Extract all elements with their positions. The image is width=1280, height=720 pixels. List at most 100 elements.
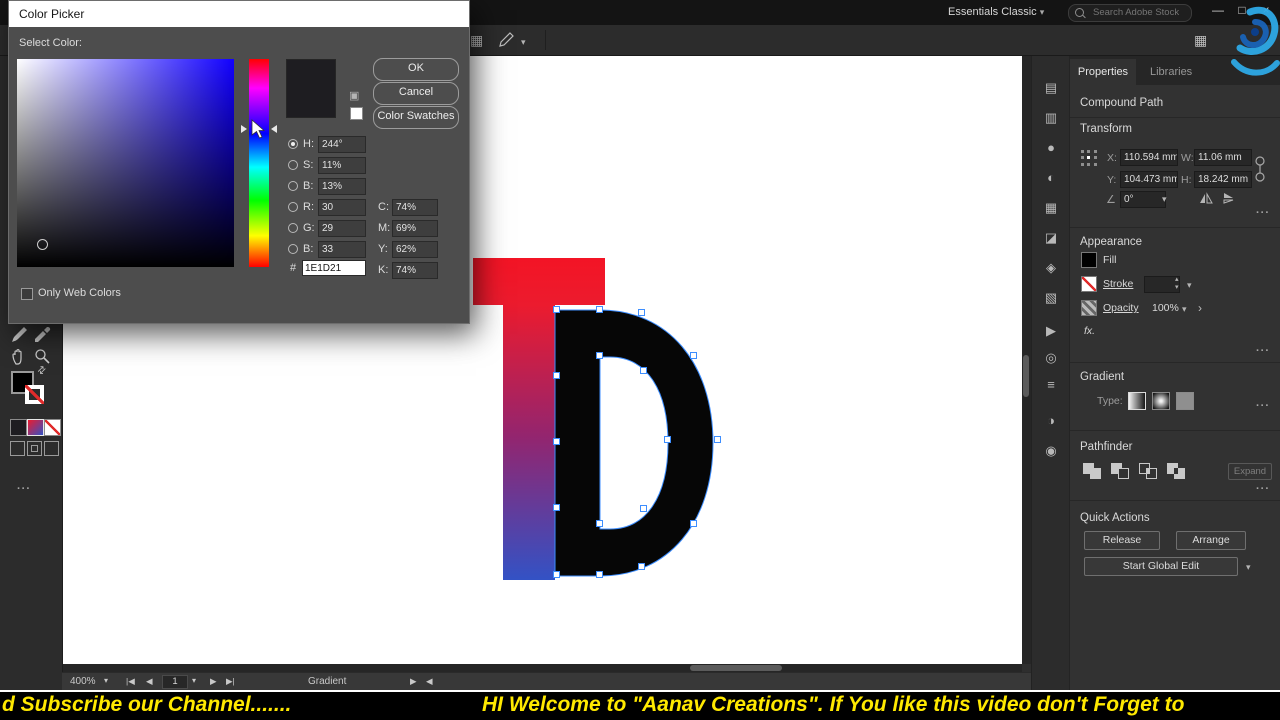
color-field-marker[interactable] — [37, 239, 48, 250]
search-input[interactable] — [1091, 6, 1189, 19]
saturation-brightness-field[interactable] — [17, 59, 234, 267]
pen-options-icon[interactable] — [498, 32, 514, 51]
vertical-scroll-thumb[interactable] — [1023, 355, 1029, 397]
artboard-number-field[interactable]: 1 — [162, 675, 188, 689]
artboards-panel-icon[interactable]: ▤ — [1032, 80, 1070, 96]
chevron-down-icon[interactable]: ▾ — [521, 37, 526, 48]
anchor-point[interactable] — [553, 504, 560, 511]
gradient-more-button[interactable]: ··· — [1256, 400, 1270, 412]
hue-slider-right-arrow[interactable] — [271, 125, 277, 133]
anchor-point[interactable] — [596, 306, 603, 313]
links-panel-icon[interactable]: ◎ — [1032, 350, 1070, 366]
flip-vertical-icon[interactable] — [1222, 191, 1238, 210]
b-field[interactable]: 13% — [318, 178, 366, 195]
history-panel-icon[interactable]: ◉ — [1032, 443, 1070, 459]
h-field[interactable]: 244° — [318, 136, 366, 153]
g-field[interactable]: 29 — [318, 220, 366, 237]
h-radio[interactable] — [288, 139, 298, 149]
stroke-label[interactable]: Stroke — [1103, 278, 1133, 290]
previous-artboard-button[interactable]: ◀ — [146, 676, 153, 687]
x-field[interactable]: 110.594 mm — [1120, 149, 1178, 166]
more-tools-button[interactable]: ··· — [17, 483, 31, 495]
zoom-chevron-icon[interactable]: ▾ — [104, 676, 108, 685]
release-button[interactable]: Release — [1084, 531, 1160, 550]
opacity-label[interactable]: Opacity — [1103, 302, 1139, 314]
draw-behind-button[interactable] — [27, 441, 42, 456]
h-field[interactable]: 18.242 mm — [1194, 171, 1252, 188]
constrain-proportions-icon[interactable] — [1254, 151, 1266, 192]
stroke-color-swatch[interactable] — [25, 385, 44, 404]
letter-t-top[interactable] — [473, 258, 605, 305]
exclude-button[interactable] — [1167, 463, 1189, 480]
vertical-scrollbar[interactable] — [1022, 55, 1031, 664]
stock-search[interactable] — [1068, 4, 1192, 22]
hex-input[interactable] — [302, 260, 366, 276]
anchor-point[interactable] — [690, 352, 697, 359]
reference-point-locator[interactable] — [1079, 148, 1099, 168]
libraries-panel-icon[interactable]: ▥ — [1032, 110, 1070, 126]
linear-gradient-button[interactable] — [1128, 392, 1146, 410]
hue-slider[interactable] — [249, 59, 269, 267]
color-panel-icon[interactable]: ● — [1032, 140, 1070, 155]
fill-label[interactable]: Fill — [1103, 254, 1116, 266]
b2-radio[interactable] — [288, 244, 298, 254]
layers-panel-icon[interactable]: ▧ — [1032, 290, 1070, 306]
opacity-value[interactable]: 100% — [1152, 302, 1179, 314]
last-artboard-button[interactable]: ▶| — [226, 676, 235, 687]
gradient-mode-button[interactable] — [27, 419, 44, 436]
anchor-point[interactable] — [638, 309, 645, 316]
opacity-swatch[interactable] — [1081, 300, 1097, 316]
brushes-panel-icon[interactable]: ◪ — [1032, 230, 1070, 246]
app-grid-icon[interactable]: ▦ — [1194, 32, 1207, 49]
horizontal-scroll-thumb[interactable] — [690, 665, 782, 671]
anchor-point[interactable] — [553, 438, 560, 445]
color-mode-button[interactable] — [10, 419, 27, 436]
unite-button[interactable] — [1083, 463, 1105, 480]
first-artboard-button[interactable]: |◀ — [126, 676, 135, 687]
ok-button[interactable]: OK — [373, 58, 459, 81]
white-swatch[interactable] — [350, 107, 363, 120]
anchor-point[interactable] — [640, 505, 647, 512]
draw-normal-button[interactable] — [10, 441, 25, 456]
fill-swatch[interactable] — [1081, 252, 1097, 268]
swatches-panel-icon[interactable]: ▦ — [1032, 200, 1070, 216]
y-field[interactable]: 104.473 mm — [1120, 171, 1178, 188]
effects-button[interactable]: fx. — [1084, 325, 1095, 337]
anchor-point[interactable] — [638, 563, 645, 570]
anchor-point[interactable] — [596, 352, 603, 359]
anchor-point[interactable] — [714, 436, 721, 443]
status-back-icon[interactable]: ◀ — [426, 676, 433, 687]
stroke-chevron-icon[interactable]: ▾ — [1187, 280, 1192, 291]
tab-libraries[interactable]: Libraries — [1150, 59, 1192, 85]
anchor-point[interactable] — [553, 571, 560, 578]
letter-t-stem[interactable] — [503, 305, 555, 580]
cancel-button[interactable]: Cancel — [373, 82, 459, 105]
minus-front-button[interactable] — [1111, 463, 1133, 480]
opacity-expand-icon[interactable]: › — [1198, 301, 1202, 315]
w-field[interactable]: 11.06 mm — [1194, 149, 1252, 166]
draw-inside-button[interactable] — [44, 441, 59, 456]
only-web-colors-checkbox[interactable] — [21, 288, 33, 300]
stroke-weight-up-icon[interactable]: ▴ — [1175, 275, 1179, 283]
radial-gradient-button[interactable] — [1152, 392, 1170, 410]
s-field[interactable]: 11% — [318, 157, 366, 174]
anchor-point[interactable] — [553, 306, 560, 313]
anchor-point[interactable] — [553, 372, 560, 379]
b-radio[interactable] — [288, 181, 298, 191]
horizontal-scrollbar[interactable] — [62, 664, 1022, 672]
eyedropper-tool[interactable] — [33, 326, 51, 344]
stroke-swatch[interactable] — [1081, 276, 1097, 292]
swatch-options-icon[interactable]: ▣ — [349, 89, 359, 102]
zoom-tool[interactable] — [33, 347, 51, 365]
dialog-title-bar[interactable]: Color Picker — [9, 1, 469, 27]
r-field[interactable]: 30 — [318, 199, 366, 216]
stroke-weight-down-icon[interactable]: ▾ — [1175, 283, 1179, 291]
b2-field[interactable]: 33 — [318, 241, 366, 258]
s-radio[interactable] — [288, 160, 298, 170]
arrange-button[interactable]: Arrange — [1176, 531, 1246, 550]
status-play-icon[interactable]: ▶ — [410, 676, 417, 687]
zoom-level[interactable]: 400% — [70, 676, 96, 687]
tab-properties[interactable]: Properties — [1070, 59, 1136, 85]
align-panel-icon[interactable]: ≡ — [1032, 377, 1070, 392]
global-edit-chevron-icon[interactable]: ▾ — [1246, 562, 1251, 573]
